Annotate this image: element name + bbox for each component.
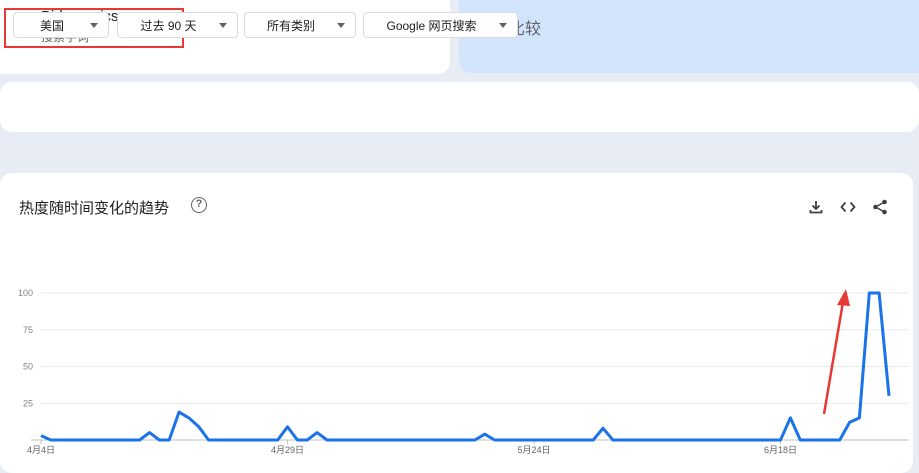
x-tick-label: 5月24日 <box>518 445 551 455</box>
annotation-arrow-head <box>837 289 850 306</box>
x-tick-label: 4月29日 <box>271 445 304 455</box>
x-tick-label: 6月18日 <box>764 445 797 455</box>
y-tick-label: 75 <box>23 325 33 335</box>
trend-line-chart: 25 50 75 100 4月4日 4月29日 5月24日 6月18日 <box>0 0 919 462</box>
x-tick-label: 4月4日 <box>27 445 55 455</box>
annotation-arrow-shaft <box>824 302 843 414</box>
y-tick-label: 50 <box>23 362 33 372</box>
y-tick-label: 100 <box>18 288 33 298</box>
y-tick-label: 25 <box>23 398 33 408</box>
